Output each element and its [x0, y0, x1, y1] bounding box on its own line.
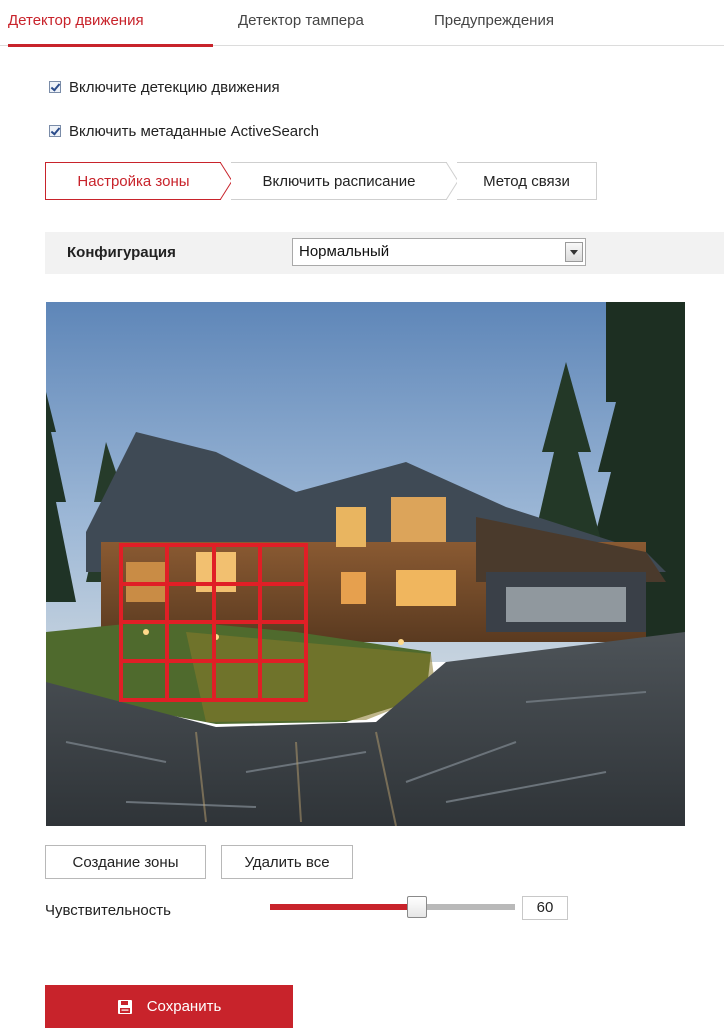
config-row: Конфигурация Нормальный	[45, 232, 724, 274]
step-zone-setup[interactable]: Настройка зоны	[45, 162, 221, 200]
config-select[interactable]: Нормальный	[292, 238, 586, 266]
tab-warnings[interactable]: Предупреждения	[434, 12, 554, 29]
tab-motion-detection[interactable]: Детектор движения	[8, 12, 144, 29]
enable-activesearch-checkbox[interactable]	[49, 125, 61, 137]
slider-fill	[270, 904, 417, 910]
enable-activesearch-row: Включить метаданные ActiveSearch	[49, 121, 319, 141]
config-label: Конфигурация	[67, 244, 176, 261]
step-enable-schedule[interactable]: Включить расписание	[231, 162, 447, 200]
enable-activesearch-label: Включить метаданные ActiveSearch	[69, 122, 319, 140]
step-linkage-method[interactable]: Метод связи	[457, 162, 597, 200]
save-label: Сохранить	[146, 998, 222, 1015]
motion-zone-grid[interactable]	[46, 302, 685, 826]
sensitivity-value-input[interactable]: 60	[522, 896, 568, 920]
slider-thumb[interactable]	[407, 896, 427, 918]
sensitivity-slider[interactable]	[270, 895, 515, 921]
tab-tamper-detection[interactable]: Детектор тампера	[238, 12, 364, 29]
active-tab-underline	[8, 44, 213, 47]
delete-all-button[interactable]: Удалить все	[221, 845, 353, 879]
config-select-value: Нормальный	[299, 243, 390, 260]
step-zone-setup-label: Настройка зоны	[77, 172, 190, 190]
save-button[interactable]: Сохранить	[45, 985, 293, 1028]
enable-motion-label: Включите детекцию движения	[69, 78, 280, 96]
sensitivity-label: Чувствительность	[45, 902, 171, 919]
top-tabs: Детектор движения Детектор тампера Преду…	[0, 0, 724, 47]
step-enable-schedule-label: Включить расписание	[262, 172, 416, 190]
enable-motion-row: Включите детекцию движения	[49, 77, 280, 97]
step-linkage-method-label: Метод связи	[483, 172, 570, 190]
save-icon	[117, 999, 132, 1014]
create-zone-button[interactable]: Создание зоны	[45, 845, 206, 879]
chevron-down-icon[interactable]	[565, 242, 583, 262]
video-preview[interactable]	[46, 302, 685, 826]
create-zone-label: Создание зоны	[72, 853, 179, 871]
delete-all-label: Удалить все	[244, 853, 330, 871]
enable-motion-checkbox[interactable]	[49, 81, 61, 93]
